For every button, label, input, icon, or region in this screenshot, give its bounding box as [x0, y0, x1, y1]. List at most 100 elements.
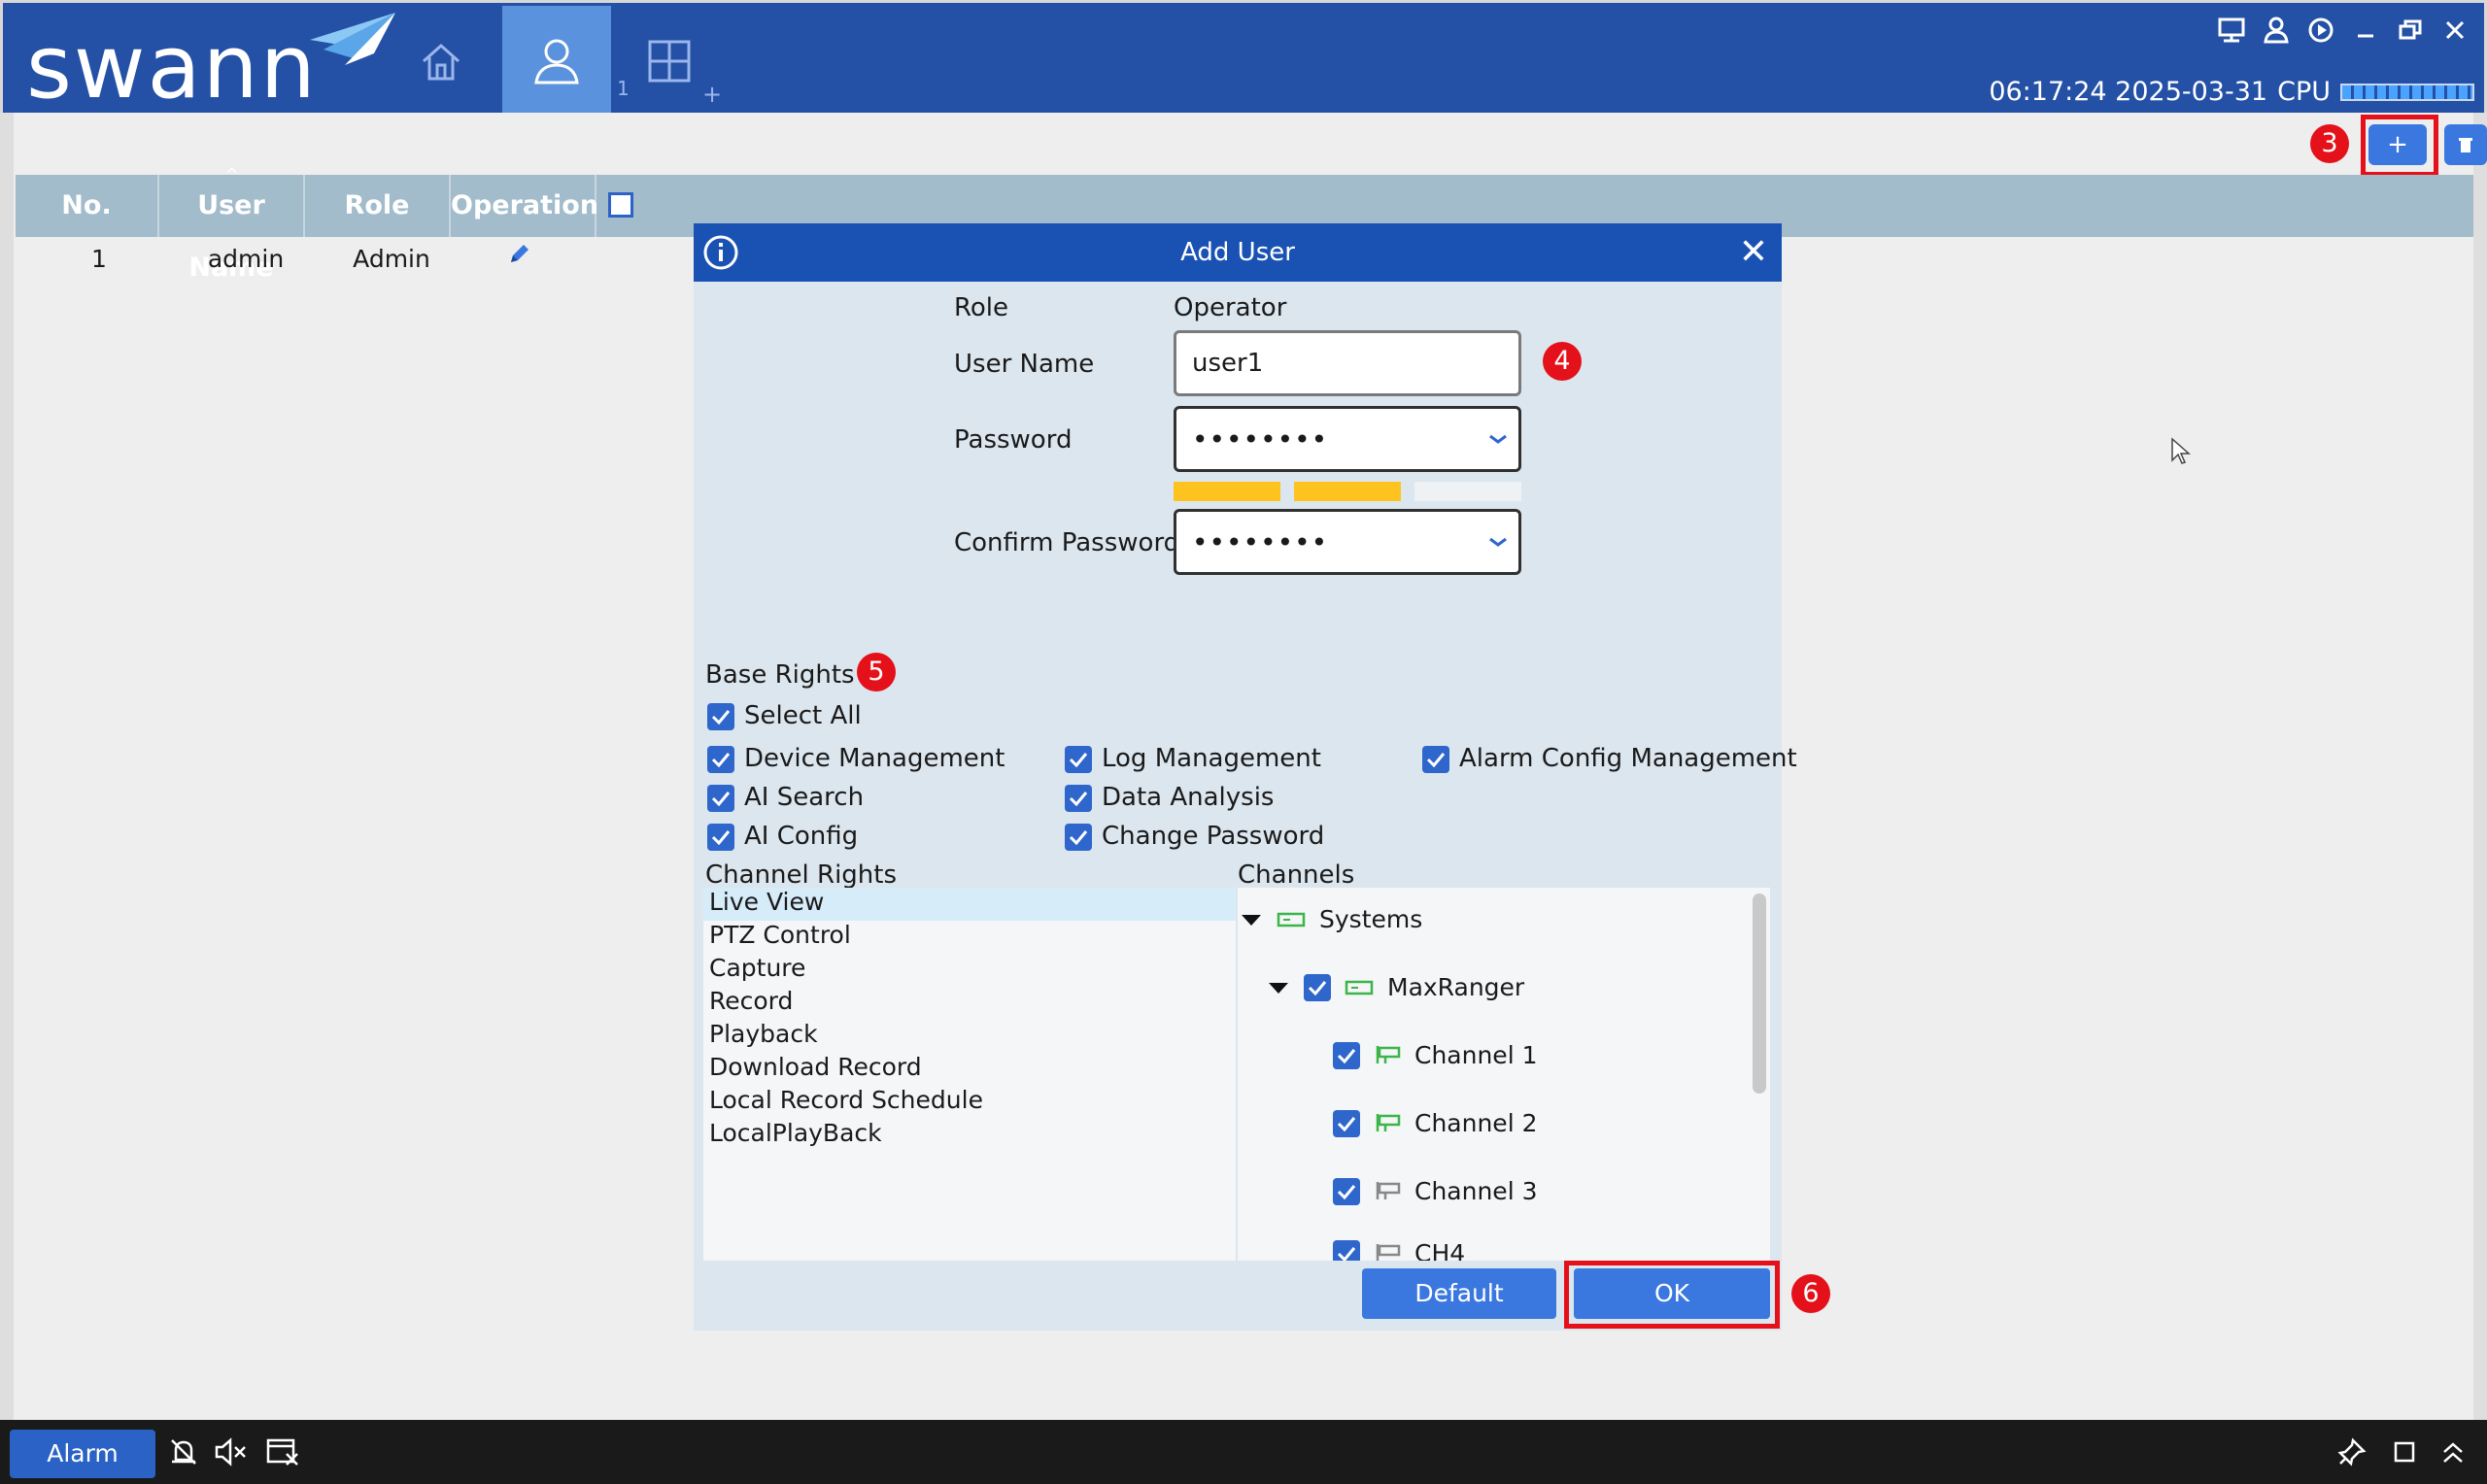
column-operation[interactable]: Operation	[451, 175, 598, 237]
column-role[interactable]: Role	[305, 175, 451, 237]
role-value: Operator	[1174, 293, 1287, 322]
check-icon	[1308, 980, 1327, 995]
check-icon	[1337, 1246, 1356, 1261]
expand-triangle-icon[interactable]	[1267, 980, 1290, 995]
select-all-users-checkbox[interactable]	[608, 192, 633, 218]
change-password-checkbox[interactable]	[1065, 824, 1092, 851]
ai-config-checkbox[interactable]	[707, 824, 734, 851]
close-dialog-icon[interactable]: ✕	[1739, 233, 1768, 272]
channel-right-download-record[interactable]: Download Record	[709, 1053, 922, 1081]
channel-right-local-record-schedule[interactable]: Local Record Schedule	[709, 1086, 983, 1114]
device-management-checkbox[interactable]	[707, 746, 734, 773]
device-management-label[interactable]: Device Management	[744, 744, 1005, 773]
ai-search-label[interactable]: AI Search	[744, 783, 864, 812]
check-icon	[1069, 830, 1088, 845]
alarm-bell-off-icon[interactable]	[165, 1433, 202, 1470]
base-rights-label: Base Rights	[705, 660, 855, 690]
clock: 06:17:24 2025-03-31	[1989, 77, 2268, 107]
cell-no: 1	[91, 245, 107, 273]
tree-node-ch4[interactable]: CH4	[1333, 1239, 1465, 1261]
password-input[interactable]: ••••••••	[1174, 406, 1521, 472]
password-label: Password	[954, 425, 1073, 455]
camera-offline-icon	[1376, 1243, 1401, 1261]
cpu-usage-bar	[2340, 83, 2474, 101]
delete-user-button[interactable]	[2444, 124, 2487, 165]
cell-role: Admin	[353, 245, 430, 273]
channels-scrollbar[interactable]	[1753, 894, 1766, 1094]
sort-caret-icon: ^	[225, 165, 239, 184]
password-strength-segment-3	[1414, 482, 1521, 501]
channel-1-checkbox[interactable]	[1333, 1041, 1360, 1069]
alarm-config-management-label[interactable]: Alarm Config Management	[1459, 744, 1797, 773]
password-strength-segment-2	[1294, 482, 1401, 501]
channel-right-capture[interactable]: Capture	[709, 954, 805, 982]
column-user-name[interactable]: User Name	[159, 175, 305, 283]
tab-live-view[interactable]: 1 +	[615, 6, 724, 116]
close-window-icon[interactable]	[2439, 15, 2470, 46]
camera-offline-icon	[1376, 1181, 1401, 1199]
fullscreen-icon[interactable]	[2386, 1433, 2423, 1470]
minimize-icon[interactable]	[2350, 15, 2381, 46]
tree-node-channel-2[interactable]: Channel 2	[1333, 1109, 1538, 1137]
channel-right-record[interactable]: Record	[709, 987, 793, 1015]
cell-user-name: admin	[207, 245, 285, 273]
data-analysis-checkbox[interactable]	[1065, 785, 1092, 812]
tree-node-channel-3[interactable]: Channel 3	[1333, 1177, 1538, 1205]
monitor-icon[interactable]	[2216, 15, 2247, 46]
channel-right-localplayback[interactable]: LocalPlayBack	[709, 1119, 882, 1147]
ai-config-label[interactable]: AI Config	[744, 822, 858, 851]
log-management-checkbox[interactable]	[1065, 746, 1092, 773]
change-password-label[interactable]: Change Password	[1102, 822, 1324, 851]
show-confirm-password-chevron-icon[interactable]	[1487, 531, 1509, 551]
restore-icon[interactable]	[2395, 15, 2426, 46]
confirm-password-input[interactable]: ••••••••	[1174, 509, 1521, 575]
data-analysis-label[interactable]: Data Analysis	[1102, 783, 1274, 812]
confirm-password-label: Confirm Password	[954, 528, 1180, 557]
grid-icon	[648, 40, 691, 82]
alarm-button[interactable]: Alarm	[10, 1430, 155, 1478]
add-user-button[interactable]: +	[2368, 124, 2427, 165]
channel-right-ptz-control[interactable]: PTZ Control	[709, 921, 851, 949]
expand-triangle-icon[interactable]	[1240, 912, 1263, 928]
top-bar: swann 1 + 06:17:24 2025-03-31 CPU	[0, 0, 2487, 118]
tree-node-channel-1[interactable]: Channel 1	[1333, 1041, 1538, 1069]
column-no[interactable]: No.	[16, 175, 159, 237]
expand-up-icon[interactable]	[2435, 1433, 2471, 1470]
channels-label: Channels	[1238, 860, 1355, 890]
tree-label-channel-2: Channel 2	[1414, 1109, 1538, 1137]
channel-right-live-view[interactable]: Live View	[709, 888, 824, 916]
clear-screen-icon[interactable]	[264, 1433, 301, 1470]
window-controls	[2216, 15, 2470, 46]
playback-icon[interactable]	[2305, 15, 2336, 46]
channels-tree: Systems MaxRanger Channel 1 Channel 2 Ch…	[1238, 888, 1770, 1261]
pin-icon[interactable]	[2334, 1433, 2370, 1470]
edit-user-button[interactable]	[480, 241, 558, 274]
maxranger-checkbox[interactable]	[1304, 973, 1331, 1001]
channel-2-checkbox[interactable]	[1333, 1109, 1360, 1137]
default-button[interactable]: Default	[1362, 1268, 1556, 1319]
channel-3-checkbox[interactable]	[1333, 1177, 1360, 1205]
ok-button[interactable]: OK	[1574, 1268, 1770, 1319]
check-icon	[711, 710, 731, 725]
add-tab-icon[interactable]: +	[702, 81, 722, 108]
select-all-label[interactable]: Select All	[744, 701, 862, 730]
channel-right-playback[interactable]: Playback	[709, 1020, 818, 1048]
cpu-label: CPU	[2277, 77, 2331, 107]
ai-search-checkbox[interactable]	[707, 785, 734, 812]
tree-node-systems[interactable]: Systems	[1240, 905, 1422, 933]
status-line: 06:17:24 2025-03-31 CPU	[1989, 77, 2474, 107]
username-input[interactable]: user1	[1174, 330, 1521, 396]
mute-icon[interactable]	[212, 1433, 249, 1470]
ch4-checkbox[interactable]	[1333, 1239, 1360, 1261]
show-password-chevron-icon[interactable]	[1487, 428, 1509, 448]
tab-home[interactable]	[387, 6, 495, 116]
alarm-config-management-checkbox[interactable]	[1422, 746, 1449, 773]
select-all-checkbox[interactable]	[707, 703, 734, 730]
camera-icon	[1376, 1045, 1401, 1063]
tree-node-maxranger[interactable]: MaxRanger	[1267, 973, 1524, 1001]
dialog-title-bar: Add User	[694, 223, 1782, 282]
account-icon[interactable]	[2261, 15, 2292, 46]
brand-wordmark: swann	[26, 17, 318, 118]
log-management-label[interactable]: Log Management	[1102, 744, 1321, 773]
tab-user-management[interactable]	[502, 6, 611, 116]
